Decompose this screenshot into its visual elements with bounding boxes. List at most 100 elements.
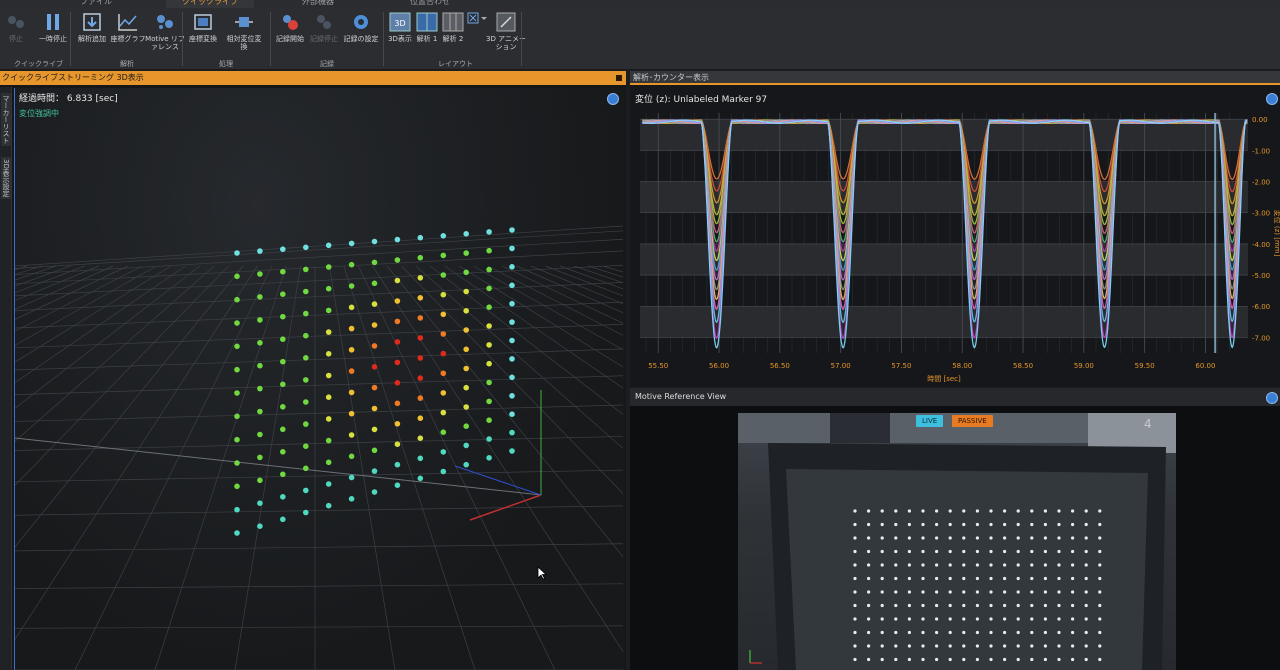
3d-viewport[interactable]: 経過時間： 6.833 [sec] 変位強調中 xyxy=(0,88,1280,670)
camera-feed[interactable]: LIVE PASSIVE 4 xyxy=(738,413,1176,670)
reflective-marker xyxy=(880,576,884,581)
marker-dot xyxy=(463,461,470,468)
reflective-marker xyxy=(948,617,952,621)
relative-displacement-button[interactable]: 相対変位変換 xyxy=(224,10,264,56)
reflective-marker xyxy=(935,657,939,662)
grid-line xyxy=(14,282,624,311)
tab-quick-live[interactable]: クイックライブ xyxy=(166,0,254,8)
side-tab-marker-list[interactable]: マーカーリスト xyxy=(1,93,11,146)
grid-line xyxy=(14,238,624,275)
reflective-marker xyxy=(1016,576,1020,581)
marker-dot xyxy=(280,246,286,252)
pause-button[interactable]: 一時停止 xyxy=(33,10,73,56)
reflective-marker xyxy=(907,630,911,635)
reflective-marker xyxy=(989,549,993,554)
grid-line xyxy=(386,265,716,670)
group-separator xyxy=(383,12,384,66)
marker-dot xyxy=(234,483,240,490)
reflective-marker xyxy=(1016,603,1020,608)
reflective-marker xyxy=(1057,576,1061,581)
reflective-marker xyxy=(1071,630,1075,635)
reflective-marker xyxy=(1057,522,1061,527)
marker-dot xyxy=(257,477,263,484)
pin-icon[interactable] xyxy=(615,74,623,82)
reflective-marker xyxy=(1016,563,1020,567)
marker-dot xyxy=(440,370,447,377)
reflective-marker xyxy=(948,630,952,635)
coordinate-transform-button[interactable]: 座標変換 xyxy=(183,10,223,56)
grid-line xyxy=(14,436,624,451)
reflective-marker xyxy=(1030,617,1034,621)
motive-reference-panel: Motive Reference View LIVE PASSIVE 4 xyxy=(630,388,1280,670)
marker-dot xyxy=(509,227,515,233)
marker-dot xyxy=(234,273,240,280)
reflective-marker xyxy=(1003,563,1007,567)
grid-line xyxy=(444,265,1036,670)
reference-menu-icon[interactable] xyxy=(1266,392,1278,404)
marker-dot xyxy=(257,408,263,415)
displacement-chart[interactable]: 55.50 56.00 56.50 57.00 57.50 58.00 58.50 59.00… xyxy=(630,103,1280,387)
record-start-icon xyxy=(283,15,298,30)
reflective-marker xyxy=(880,590,884,594)
reflective-marker xyxy=(1098,563,1102,567)
side-tab-3d-settings[interactable]: 3D表示設定 xyxy=(1,157,11,199)
tab-external-devices[interactable]: 外部機器 xyxy=(302,0,334,8)
record-stop-button[interactable]: 記録停止 xyxy=(304,10,344,56)
reflective-marker xyxy=(1071,509,1075,513)
marker-dot xyxy=(303,509,309,516)
marker-dot xyxy=(303,465,309,472)
marker-dot xyxy=(303,377,309,383)
reflective-marker xyxy=(935,563,939,567)
reflective-marker xyxy=(921,549,925,554)
reflective-marker xyxy=(935,509,939,513)
view-menu-icon[interactable] xyxy=(607,93,619,105)
camera-rig xyxy=(830,413,890,443)
grid-line xyxy=(329,265,396,670)
reflective-marker xyxy=(1030,590,1034,594)
analysis-add-button[interactable]: 解析追加 xyxy=(72,10,112,56)
marker-dot xyxy=(325,502,332,509)
tab-alignment[interactable]: 位置合わせ xyxy=(410,0,450,8)
xyz-graph-button[interactable]: 座標グラフ xyxy=(108,10,148,56)
reflective-marker xyxy=(1084,644,1088,648)
marker-dot xyxy=(371,343,378,349)
marker-dot xyxy=(280,313,286,320)
reflective-marker xyxy=(1016,536,1020,540)
motive-reference-button[interactable]: Motive リファレンス xyxy=(145,10,185,56)
reflective-marker xyxy=(867,549,871,554)
marker-dot xyxy=(417,295,424,301)
marker-dot xyxy=(486,379,492,386)
record-settings-button[interactable]: 記録の設定 xyxy=(341,10,381,56)
reflective-marker xyxy=(894,644,898,648)
marker-dot xyxy=(348,496,355,502)
reflective-marker xyxy=(907,617,911,621)
reflective-marker xyxy=(989,576,993,581)
grid-line xyxy=(14,469,624,483)
marker-dot xyxy=(325,416,332,422)
tab-file[interactable]: ファイル xyxy=(80,0,112,8)
marker-dot xyxy=(486,285,492,292)
marker-dot xyxy=(348,368,355,374)
ribbon-toolbar: 停止 一時停止 解析追加 座標グラフ Motive リファレンス 座標変換 相対… xyxy=(0,8,1280,70)
grid-line xyxy=(0,265,157,355)
reflective-marker xyxy=(1084,576,1088,581)
marker-dot xyxy=(303,355,309,361)
reflective-marker xyxy=(1003,522,1007,527)
grid-line xyxy=(415,265,876,670)
y-tick-label: -6.00 xyxy=(1252,303,1270,311)
group-label-quick-live: クイックライブ xyxy=(14,60,63,68)
reflective-marker xyxy=(921,603,925,608)
reflective-marker xyxy=(1098,603,1102,608)
marker-dot xyxy=(371,301,378,307)
grid-line xyxy=(14,625,624,629)
marker-dot xyxy=(486,229,492,235)
stop-button[interactable]: 停止 xyxy=(0,10,36,56)
marker-dot xyxy=(417,355,424,361)
reflective-marker xyxy=(894,617,898,621)
y-tick-label: -1.00 xyxy=(1252,147,1270,155)
grid-line xyxy=(530,265,1280,574)
marker-dot xyxy=(371,405,378,412)
reflective-marker xyxy=(1030,603,1034,608)
reflective-marker xyxy=(962,644,966,648)
reflective-marker xyxy=(989,509,993,513)
